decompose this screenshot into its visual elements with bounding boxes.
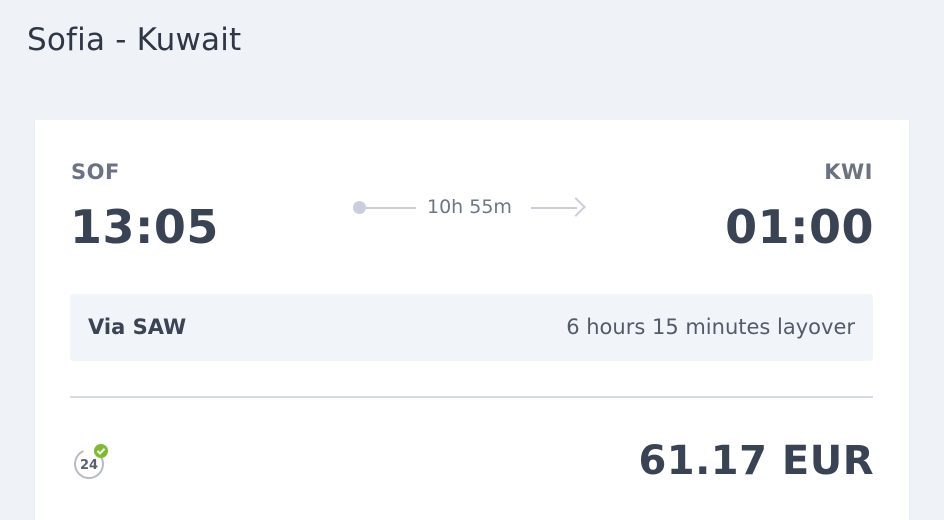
flight-card[interactable]: SOF KWI 13:05 01:00 10h 55m Via SAW 6 ho…	[35, 120, 909, 520]
24h-guarantee-icon: 24	[71, 442, 111, 482]
flight-duration: 10h 55m	[427, 196, 512, 218]
divider	[70, 396, 873, 398]
price: 61.17 EUR	[638, 438, 874, 484]
route-indicator: 10h 55m	[353, 196, 593, 220]
origin-code: SOF	[71, 160, 120, 184]
layover-info: Via SAW 6 hours 15 minutes layover	[70, 294, 873, 361]
arrow-right-icon	[566, 197, 586, 217]
origin-dot-icon	[353, 201, 366, 214]
destination-code: KWI	[824, 160, 873, 184]
layover-duration: 6 hours 15 minutes layover	[566, 315, 855, 339]
layover-airport: Via SAW	[88, 315, 187, 339]
route-line	[366, 207, 416, 209]
arrival-time: 01:00	[725, 200, 874, 254]
departure-time: 13:05	[70, 200, 219, 254]
badge-text: 24	[80, 458, 98, 473]
page-title: Sofia - Kuwait	[27, 22, 242, 58]
